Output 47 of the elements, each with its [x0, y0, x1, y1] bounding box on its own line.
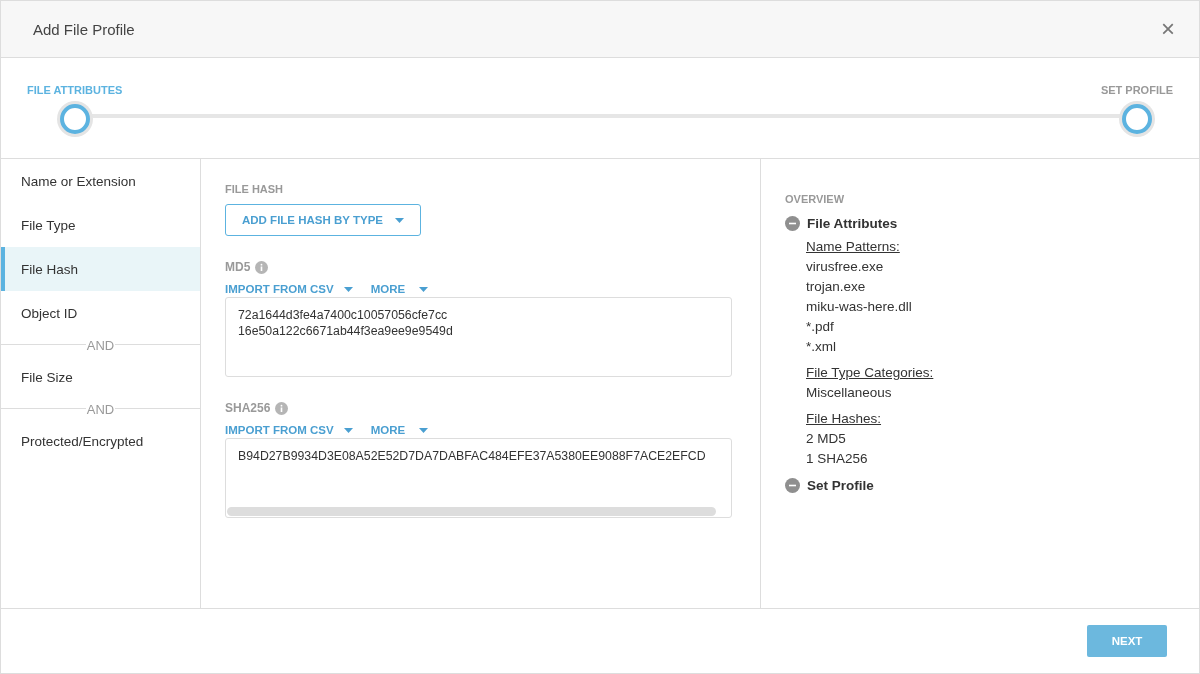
- step-circle[interactable]: [59, 104, 90, 134]
- overview-value: 1 SHA256: [806, 450, 869, 468]
- section-heading: FILE HASH: [225, 183, 285, 195]
- field-label: SHA256: [225, 401, 271, 415]
- step-label[interactable]: FILE ATTRIBUTES: [27, 84, 123, 98]
- hash-input-field[interactable]: B94D27B9934D3E08A52E52D7DA7DABFAC484EFE37A5380EE9088F7ACE2EFCD: [225, 438, 732, 518]
- add-hash-dropdown[interactable]: ADD FILE HASH BY TYPE: [225, 204, 421, 236]
- caret-icon: [343, 427, 353, 433]
- sidebar-item[interactable]: File Size: [1, 355, 200, 399]
- overview-value: virusfree.exe: [806, 258, 885, 276]
- overview-value: *.xml: [806, 338, 837, 356]
- close-button[interactable]: ×: [1157, 17, 1179, 41]
- overview-section-title: File Attributes: [807, 215, 898, 231]
- overview-group-heading: File Hashes:: [806, 410, 883, 428]
- next-button[interactable]: NEXT: [1087, 625, 1167, 657]
- info-icon: [255, 260, 269, 274]
- action-dropdown[interactable]: IMPORT FROM CSV: [225, 283, 353, 295]
- overview-value: Miscellaneous: [806, 384, 893, 402]
- action-dropdown[interactable]: MORE: [370, 283, 429, 295]
- action-dropdown[interactable]: IMPORT FROM CSV: [225, 424, 353, 436]
- dialog-title: Add File Profile: [33, 20, 135, 38]
- overview-value: *.pdf: [806, 318, 835, 336]
- caret-icon: [419, 286, 429, 292]
- collapse-icon[interactable]: [785, 477, 800, 493]
- sidebar-item[interactable]: Protected/Encrypted: [1, 419, 200, 463]
- sidebar-item[interactable]: File Hash: [1, 247, 200, 291]
- horizontal-scrollbar[interactable]: [227, 507, 716, 516]
- step-circle[interactable]: [1121, 104, 1152, 134]
- overview-group-heading: File Type Categories:: [806, 364, 935, 382]
- collapse-icon[interactable]: [785, 215, 800, 231]
- overview-group-heading: Name Patterns:: [806, 238, 901, 256]
- step-label[interactable]: SET PROFILE: [1100, 84, 1173, 98]
- caret-icon: [395, 217, 404, 223]
- section-heading: OVERVIEW: [785, 193, 846, 205]
- overview-value: miku-was-here.dll: [806, 298, 913, 316]
- hash-input-field[interactable]: 72a1644d3fe4a7400c10057056cfe7cc 16e50a122c6671ab44f3ea9ee9e9549d: [225, 297, 732, 377]
- caret-icon: [343, 286, 353, 292]
- action-dropdown[interactable]: MORE: [370, 424, 429, 436]
- sidebar-item[interactable]: File Type: [1, 203, 200, 247]
- sidebar-item[interactable]: Name or Extension: [1, 159, 200, 203]
- field-label: MD5: [225, 260, 251, 274]
- overview-section-title: Set Profile: [807, 477, 874, 493]
- sidebar-item[interactable]: Object ID: [1, 291, 200, 335]
- caret-icon: [419, 427, 429, 433]
- overview-value: 2 MD5: [806, 430, 847, 448]
- overview-value: trojan.exe: [806, 278, 867, 296]
- info-icon: [275, 401, 289, 415]
